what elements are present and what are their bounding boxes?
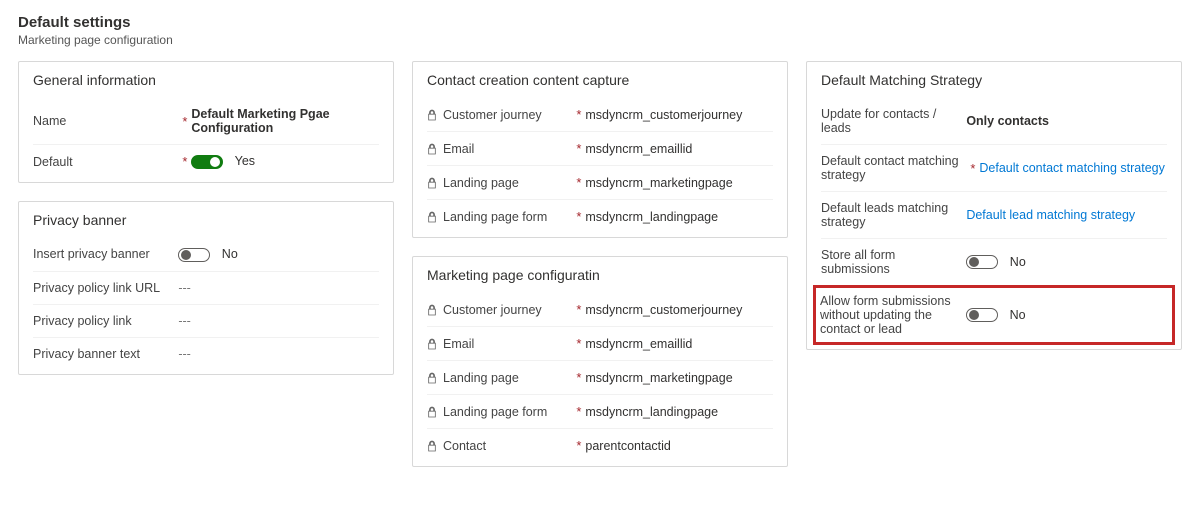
allow-submissions-toggle[interactable] bbox=[966, 308, 998, 322]
contact-strategy-row: Default contact matching strategy * Defa… bbox=[821, 144, 1167, 191]
contact-strategy-label: Default contact matching strategy bbox=[821, 154, 960, 182]
mpc-label: Email bbox=[443, 337, 474, 351]
lock-icon bbox=[427, 338, 437, 350]
privacy-link-value[interactable]: --- bbox=[178, 314, 379, 328]
capture-label: Customer journey bbox=[443, 108, 542, 122]
name-value[interactable]: Default Marketing Pgae Configuration bbox=[191, 107, 379, 135]
lock-icon bbox=[427, 440, 437, 452]
lock-icon bbox=[427, 177, 437, 189]
page-subtitle: Marketing page configuration bbox=[18, 33, 1182, 47]
privacy-text-label: Privacy banner text bbox=[33, 347, 140, 361]
lead-strategy-row: Default leads matching strategy Default … bbox=[821, 191, 1167, 238]
capture-value[interactable]: msdyncrm_marketingpage bbox=[585, 176, 773, 190]
update-contacts-value[interactable]: Only contacts bbox=[966, 114, 1167, 128]
default-value: Yes bbox=[235, 154, 255, 168]
insert-privacy-row: Insert privacy banner No bbox=[33, 238, 379, 271]
privacy-title: Privacy banner bbox=[33, 212, 379, 228]
required-icon: * bbox=[572, 370, 585, 385]
mpc-value[interactable]: parentcontactid bbox=[585, 439, 773, 453]
capture-value[interactable]: msdyncrm_customerjourney bbox=[585, 108, 773, 122]
privacy-banner-card: Privacy banner Insert privacy banner No … bbox=[18, 201, 394, 375]
update-contacts-row: Update for contacts / leads Only contact… bbox=[821, 98, 1167, 144]
matching-strategy-card: Default Matching Strategy Update for con… bbox=[806, 61, 1182, 350]
lock-icon bbox=[427, 372, 437, 384]
privacy-url-row: Privacy policy link URL --- bbox=[33, 271, 379, 304]
required-icon: * bbox=[572, 302, 585, 317]
general-info-card: General information Name * Default Marke… bbox=[18, 61, 394, 183]
mpc-row: Landing page form *msdyncrm_landingpage bbox=[427, 394, 773, 428]
store-submissions-label: Store all form submissions bbox=[821, 248, 960, 276]
required-icon: * bbox=[178, 114, 191, 129]
mpc-row: Email *msdyncrm_emaillid bbox=[427, 326, 773, 360]
required-icon: * bbox=[572, 336, 585, 351]
mpc-row: Contact *parentcontactid bbox=[427, 428, 773, 462]
mpc-row: Customer journey *msdyncrm_customerjourne… bbox=[427, 293, 773, 326]
default-toggle[interactable] bbox=[191, 155, 223, 169]
lock-icon bbox=[427, 406, 437, 418]
capture-label: Landing page form bbox=[443, 210, 547, 224]
lock-icon bbox=[427, 211, 437, 223]
required-icon: * bbox=[572, 438, 585, 453]
required-icon: * bbox=[572, 107, 585, 122]
capture-row: Customer journey *msdyncrm_customerjourne… bbox=[427, 98, 773, 131]
privacy-url-value[interactable]: --- bbox=[178, 281, 379, 295]
required-icon: * bbox=[572, 175, 585, 190]
mpc-label: Customer journey bbox=[443, 303, 542, 317]
capture-row: Landing page *msdyncrm_marketingpage bbox=[427, 165, 773, 199]
insert-privacy-toggle[interactable] bbox=[178, 248, 210, 262]
mpc-label: Landing page form bbox=[443, 405, 547, 419]
marketing-page-config-title: Marketing page configuratin bbox=[427, 267, 773, 283]
store-submissions-toggle[interactable] bbox=[966, 255, 998, 269]
page-title: Default settings bbox=[18, 14, 1182, 31]
contact-capture-title: Contact creation content capture bbox=[427, 72, 773, 88]
general-info-title: General information bbox=[33, 72, 379, 88]
required-icon: * bbox=[966, 161, 979, 176]
contact-capture-card: Contact creation content capture Custome… bbox=[412, 61, 788, 238]
required-icon: * bbox=[572, 209, 585, 224]
lock-icon bbox=[427, 304, 437, 316]
capture-row: Landing page form *msdyncrm_landingpage bbox=[427, 199, 773, 233]
privacy-text-value[interactable]: --- bbox=[178, 347, 379, 361]
allow-submissions-label: Allow form submissions without updating … bbox=[820, 294, 960, 336]
required-icon: * bbox=[572, 141, 585, 156]
insert-privacy-label: Insert privacy banner bbox=[33, 247, 150, 261]
insert-privacy-value: No bbox=[222, 247, 238, 261]
matching-strategy-title: Default Matching Strategy bbox=[821, 72, 1167, 88]
default-row: Default * Yes bbox=[33, 144, 379, 178]
mpc-value[interactable]: msdyncrm_emaillid bbox=[585, 337, 773, 351]
required-icon: * bbox=[178, 154, 191, 169]
lead-strategy-label: Default leads matching strategy bbox=[821, 201, 960, 229]
lead-strategy-link[interactable]: Default lead matching strategy bbox=[966, 208, 1167, 222]
capture-value[interactable]: msdyncrm_landingpage bbox=[585, 210, 773, 224]
contact-strategy-link[interactable]: Default contact matching strategy bbox=[979, 161, 1167, 175]
default-label: Default bbox=[33, 155, 73, 169]
name-row: Name * Default Marketing Pgae Configurat… bbox=[33, 98, 379, 144]
required-icon: * bbox=[572, 404, 585, 419]
marketing-page-config-card: Marketing page configuratin Customer jou… bbox=[412, 256, 788, 467]
capture-label: Email bbox=[443, 142, 474, 156]
lock-icon bbox=[427, 109, 437, 121]
mpc-value[interactable]: msdyncrm_landingpage bbox=[585, 405, 773, 419]
mpc-label: Contact bbox=[443, 439, 486, 453]
allow-submissions-value: No bbox=[1010, 308, 1026, 322]
capture-label: Landing page bbox=[443, 176, 519, 190]
store-submissions-row: Store all form submissions No bbox=[821, 238, 1167, 285]
lock-icon bbox=[427, 143, 437, 155]
privacy-text-row: Privacy banner text --- bbox=[33, 337, 379, 370]
mpc-value[interactable]: msdyncrm_marketingpage bbox=[585, 371, 773, 385]
mpc-value[interactable]: msdyncrm_customerjourney bbox=[585, 303, 773, 317]
privacy-link-row: Privacy policy link --- bbox=[33, 304, 379, 337]
allow-submissions-row: Allow form submissions without updating … bbox=[813, 285, 1175, 345]
capture-row: Email *msdyncrm_emaillid bbox=[427, 131, 773, 165]
store-submissions-value: No bbox=[1010, 255, 1026, 269]
name-label: Name bbox=[33, 114, 66, 128]
privacy-url-label: Privacy policy link URL bbox=[33, 281, 160, 295]
mpc-row: Landing page *msdyncrm_marketingpage bbox=[427, 360, 773, 394]
mpc-label: Landing page bbox=[443, 371, 519, 385]
privacy-link-label: Privacy policy link bbox=[33, 314, 132, 328]
capture-value[interactable]: msdyncrm_emaillid bbox=[585, 142, 773, 156]
update-contacts-label: Update for contacts / leads bbox=[821, 107, 960, 135]
